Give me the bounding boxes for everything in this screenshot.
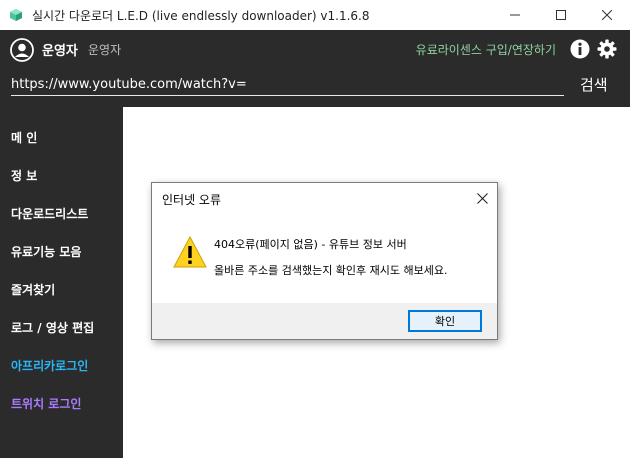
dialog-message-line-1: 404오류(페이지 없음) - 유튜브 정보 서버 bbox=[214, 238, 407, 251]
sidebar-item-twitch-login[interactable]: 트위치 로그인 bbox=[11, 395, 81, 412]
user-icon[interactable] bbox=[10, 38, 34, 62]
info-icon[interactable] bbox=[570, 39, 590, 59]
sidebar: 메 인 정 보 다운로드리스트 유료기능 모음 즐겨찾기 로그 / 영상 편집 … bbox=[0, 107, 123, 458]
dialog-title: 인터넷 오류 bbox=[162, 193, 222, 207]
app-icon bbox=[10, 9, 22, 21]
close-icon bbox=[476, 192, 488, 204]
sidebar-item-download-list[interactable]: 다운로드리스트 bbox=[11, 205, 88, 222]
sidebar-item-main[interactable]: 메 인 bbox=[11, 129, 37, 146]
ok-button[interactable]: 확인 bbox=[408, 310, 482, 332]
gear-icon[interactable] bbox=[597, 39, 617, 59]
sidebar-item-favorites[interactable]: 즐겨찾기 bbox=[11, 281, 55, 298]
window-titlebar: 실시간 다운로더 L.E.D (live endlessly downloade… bbox=[0, 0, 630, 30]
url-input[interactable] bbox=[11, 74, 564, 96]
dialog-message-line-2: 올바른 주소를 검색했는지 확인후 재시도 해보세요. bbox=[214, 264, 448, 277]
top-bar: 운영자 운영자 유료라이센스 구입/연장하기 검색 bbox=[0, 30, 630, 107]
search-button[interactable]: 검색 bbox=[580, 74, 608, 95]
sidebar-item-paid-features[interactable]: 유료기능 모음 bbox=[11, 243, 81, 260]
dialog-footer: 확인 bbox=[152, 303, 497, 339]
minimize-button[interactable] bbox=[492, 0, 538, 30]
sidebar-item-log-video-edit[interactable]: 로그 / 영상 편집 bbox=[11, 319, 94, 336]
maximize-button[interactable] bbox=[538, 0, 584, 30]
close-icon bbox=[602, 10, 612, 20]
error-dialog: 인터넷 오류 404오류(페이지 없음) - 유튜브 정보 서버 올바른 주소를… bbox=[151, 182, 498, 340]
minimize-icon bbox=[510, 14, 520, 16]
maximize-icon bbox=[556, 10, 566, 20]
dialog-close-button[interactable] bbox=[467, 183, 497, 213]
sidebar-item-info[interactable]: 정 보 bbox=[11, 167, 37, 184]
user-role: 운영자 bbox=[88, 43, 122, 57]
close-window-button[interactable] bbox=[584, 0, 630, 30]
warning-icon bbox=[173, 236, 207, 268]
license-purchase-link[interactable]: 유료라이센스 구입/연장하기 bbox=[416, 41, 556, 58]
window-title: 실시간 다운로더 L.E.D (live endlessly downloade… bbox=[32, 8, 370, 23]
user-name: 운영자 bbox=[42, 44, 78, 59]
sidebar-item-afreeca-login[interactable]: 아프리카로그인 bbox=[11, 357, 88, 374]
